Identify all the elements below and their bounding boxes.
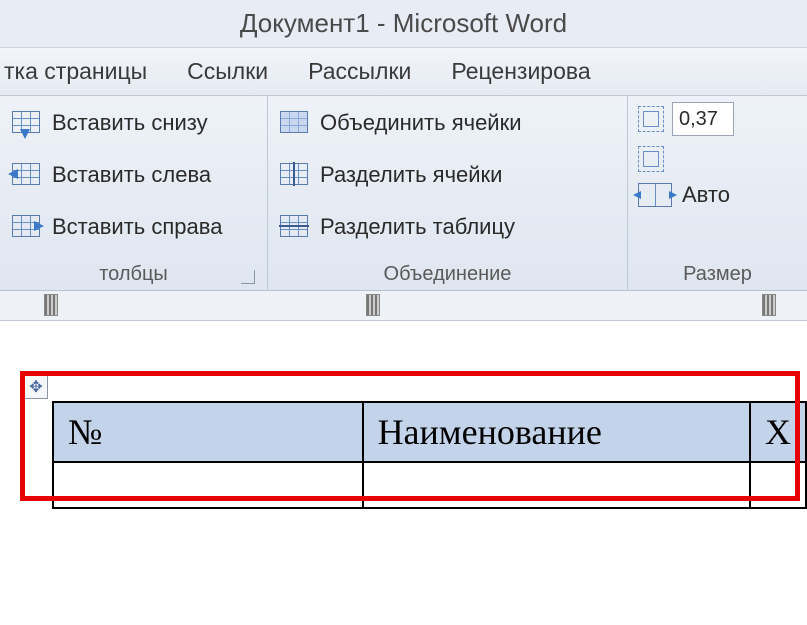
rows-columns-dialog-launcher-icon[interactable]	[241, 270, 255, 284]
tab-references[interactable]: Ссылки	[187, 58, 268, 85]
group-rows-columns: Вставить снизу Вставить слева Вставить с…	[0, 96, 268, 290]
insert-right-label: Вставить справа	[52, 214, 222, 240]
row-height-icon	[638, 106, 664, 132]
insert-below-button[interactable]: Вставить снизу	[10, 102, 257, 144]
merge-cells-label: Объединить ячейки	[320, 110, 522, 136]
insert-below-label: Вставить снизу	[52, 110, 208, 136]
insert-left-button[interactable]: Вставить слева	[10, 154, 257, 196]
split-table-icon	[278, 213, 310, 241]
table-cell[interactable]	[53, 462, 363, 508]
row-height-input[interactable]	[672, 102, 734, 136]
split-cells-icon	[278, 161, 310, 189]
insert-right-icon	[10, 213, 42, 241]
insert-below-icon	[10, 109, 42, 137]
document-area[interactable]: ✥ № Наименование Х	[0, 321, 807, 625]
document-table[interactable]: № Наименование Х	[52, 401, 807, 509]
table-header-cell[interactable]: №	[53, 402, 363, 462]
column-marker-icon[interactable]	[762, 294, 776, 316]
group-cell-size-label: Размер	[638, 257, 797, 290]
column-marker-icon[interactable]	[44, 294, 58, 316]
table-row[interactable]	[53, 462, 806, 508]
insert-left-icon	[10, 161, 42, 189]
split-table-button[interactable]: Разделить таблицу	[278, 206, 617, 248]
table-cell[interactable]	[750, 462, 806, 508]
row-height-control	[638, 102, 797, 136]
autofit-icon	[638, 183, 672, 207]
table-move-handle-icon[interactable]: ✥	[24, 375, 48, 399]
group-merge: Объединить ячейки Разделить ячейки Разде…	[268, 96, 628, 290]
col-width-icon	[638, 146, 664, 172]
tab-mailings[interactable]: Рассылки	[308, 58, 411, 85]
table-header-cell[interactable]: Х	[750, 402, 806, 462]
ribbon: Вставить снизу Вставить слева Вставить с…	[0, 96, 807, 291]
group-cell-size: Авто Размер	[628, 96, 807, 290]
horizontal-ruler[interactable]	[0, 291, 807, 321]
split-cells-label: Разделить ячейки	[320, 162, 502, 188]
split-table-label: Разделить таблицу	[320, 214, 515, 240]
insert-left-label: Вставить слева	[52, 162, 211, 188]
insert-right-button[interactable]: Вставить справа	[10, 206, 257, 248]
table-row[interactable]: № Наименование Х	[53, 402, 806, 462]
table-cell[interactable]	[363, 462, 750, 508]
tab-page-layout[interactable]: тка страницы	[4, 58, 147, 85]
merge-cells-button[interactable]: Объединить ячейки	[278, 102, 617, 144]
merge-cells-icon	[278, 109, 310, 137]
split-cells-button[interactable]: Разделить ячейки	[278, 154, 617, 196]
tab-review[interactable]: Рецензирова	[451, 58, 590, 85]
column-marker-icon[interactable]	[366, 294, 380, 316]
col-width-control	[638, 146, 797, 172]
group-rows-columns-label: толбцы	[10, 257, 257, 290]
autofit-button[interactable]: Авто	[638, 182, 797, 208]
window-title: Документ1 - Microsoft Word	[0, 0, 807, 48]
group-merge-label: Объединение	[278, 257, 617, 290]
ribbon-tabs: тка страницы Ссылки Рассылки Рецензирова	[0, 48, 807, 96]
autofit-label: Авто	[682, 182, 730, 208]
table-header-cell[interactable]: Наименование	[363, 402, 750, 462]
